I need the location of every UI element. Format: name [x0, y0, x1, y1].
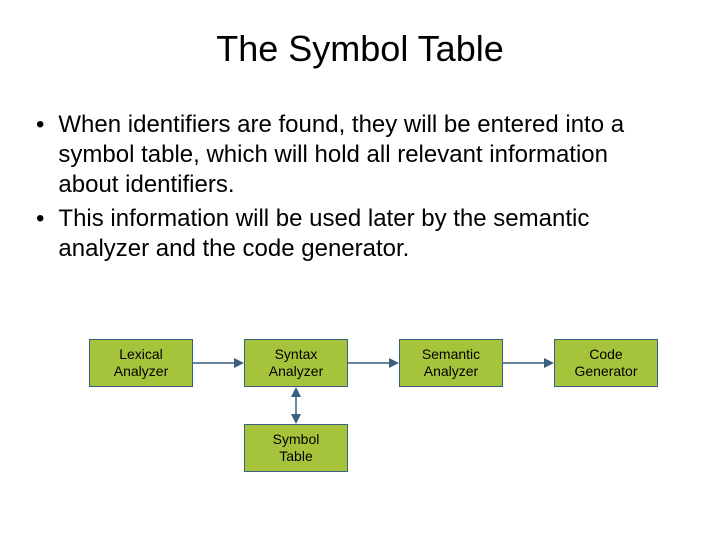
bullet-text: When identifiers are found, they will be… [58, 110, 664, 200]
code-generator-box: CodeGenerator [554, 339, 658, 387]
arrow-semantic-to-codegen [503, 358, 554, 368]
bullet-text: This information will be used later by t… [58, 204, 664, 264]
bullet-list: • When identifiers are found, they will … [56, 110, 664, 264]
diagram-arrows [0, 0, 720, 540]
bullet-item: • When identifiers are found, they will … [56, 110, 664, 200]
slide: The Symbol Table • When identifiers are … [0, 0, 720, 540]
lexical-analyzer-box: LexicalAnalyzer [89, 339, 193, 387]
bullet-dot-icon: • [36, 110, 44, 140]
bullet-dot-icon: • [36, 204, 44, 234]
bullet-item: • This information will be used later by… [56, 204, 664, 264]
syntax-analyzer-box: SyntaxAnalyzer [244, 339, 348, 387]
symbol-table-box: SymbolTable [244, 424, 348, 472]
slide-title: The Symbol Table [0, 0, 720, 70]
semantic-analyzer-box: SemanticAnalyzer [399, 339, 503, 387]
arrow-syntax-to-semantic [348, 358, 399, 368]
arrow-lexical-to-syntax [193, 358, 244, 368]
arrow-syntax-symbol-double [291, 387, 301, 424]
